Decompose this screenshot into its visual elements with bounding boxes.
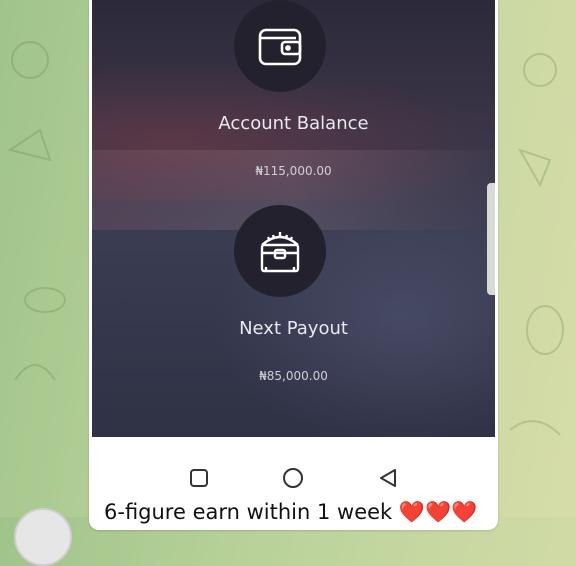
home-button[interactable]: [279, 464, 307, 492]
back-button[interactable]: [374, 464, 402, 492]
message-caption: 6-figure earn within 1 week ❤️❤️❤️: [104, 502, 477, 523]
triangle-back-icon: [380, 469, 396, 487]
balance-title: Account Balance: [218, 113, 369, 134]
heart-emoji-icon: ❤️❤️❤️: [398, 500, 478, 524]
screenshot-image: Account Balance ₦115,000.00 Next Payout …: [92, 0, 495, 437]
recent-apps-button[interactable]: [185, 464, 213, 492]
wallet-icon: [234, 0, 326, 92]
android-nav-bar: [92, 452, 495, 504]
balance-amount: ₦115,000.00: [255, 164, 332, 178]
circle-icon: [283, 468, 303, 488]
payout-amount: ₦85,000.00: [259, 369, 328, 383]
caption-text: 6-figure earn within 1 week: [104, 500, 393, 524]
scroll-handle[interactable]: [487, 183, 495, 295]
square-icon: [190, 469, 208, 487]
payout-title: Next Payout: [239, 318, 348, 339]
treasure-chest-icon: [234, 205, 326, 297]
